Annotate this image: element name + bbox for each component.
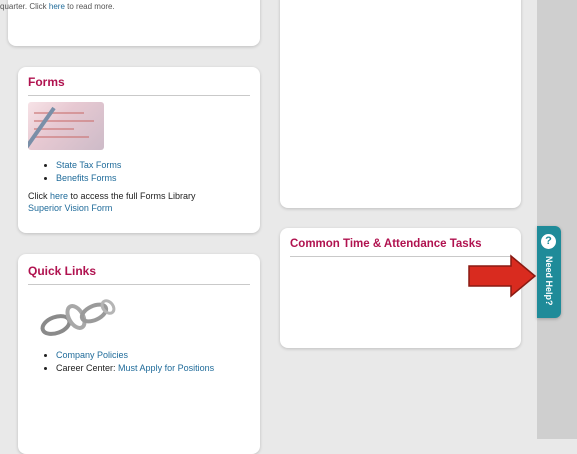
list-item: Career Center: Must Apply for Positions (56, 363, 260, 373)
forms-library-text: Click here to access the full Forms Libr… (28, 191, 196, 201)
quick-links-list: Company Policies Career Center: Must App… (18, 350, 260, 373)
right-top-card (280, 0, 521, 208)
common-tasks-title: Common Time & Attendance Tasks (290, 228, 511, 257)
top-card-text: quarter. Click here to read more. (0, 2, 115, 11)
list-item: Benefits Forms (56, 173, 260, 183)
top-read-more-link[interactable]: here (49, 2, 65, 11)
career-center-label: Career Center: (56, 363, 116, 373)
company-policies-link[interactable]: Company Policies (56, 350, 128, 360)
quick-links-title: Quick Links (28, 254, 250, 285)
need-help-label: Need Help? (544, 256, 554, 306)
list-item: State Tax Forms (56, 160, 260, 170)
forms-list: State Tax Forms Benefits Forms (18, 160, 260, 183)
benefits-forms-link[interactable]: Benefits Forms (56, 173, 117, 183)
superior-vision-row: Superior Vision Form (18, 203, 260, 213)
forms-library-link[interactable]: here (50, 191, 68, 201)
list-item: Company Policies (56, 350, 260, 360)
forms-image (28, 102, 104, 150)
red-arrow-icon (468, 254, 537, 298)
quick-links-card: Quick Links Company Policies Career Cent… (18, 254, 260, 454)
career-center-link[interactable]: Must Apply for Positions (118, 363, 214, 373)
need-help-tab[interactable]: ? Need Help? (537, 226, 561, 318)
state-tax-forms-link[interactable]: State Tax Forms (56, 160, 121, 170)
forms-card-title: Forms (28, 67, 250, 96)
chain-links-image (40, 299, 116, 336)
question-icon: ? (541, 234, 556, 249)
right-gutter (537, 0, 577, 439)
superior-vision-link[interactable]: Superior Vision Form (28, 203, 112, 213)
forms-card: Forms State Tax Forms Benefits Forms Cli… (18, 67, 260, 233)
